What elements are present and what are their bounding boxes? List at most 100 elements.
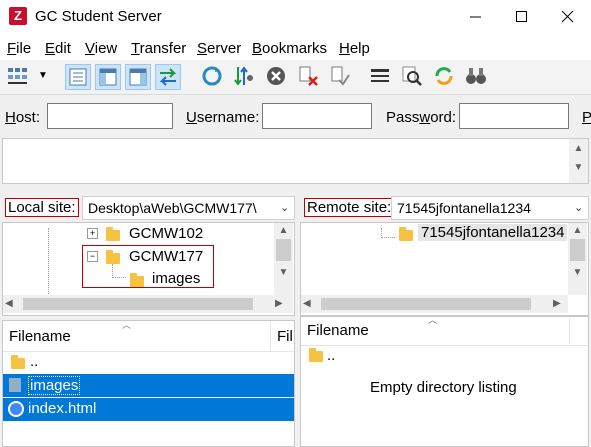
toggle-comparison-button[interactable] <box>400 64 424 88</box>
scroll-thumb[interactable] <box>570 239 585 261</box>
synchronized-browsing-button[interactable] <box>432 64 456 88</box>
scroll-thumb[interactable] <box>276 239 291 261</box>
close-icon <box>562 11 574 23</box>
sync-browsing-icon <box>435 67 453 85</box>
scroll-up-icon[interactable]: ▲ <box>568 225 587 236</box>
tree-guide-line <box>381 237 395 239</box>
menu-file[interactable]: File <box>7 40 31 57</box>
disconnect-button[interactable] <box>296 64 320 88</box>
local-path-combo[interactable]: Desktop\aWeb\GCMW177\ <box>82 196 295 220</box>
column-filesize[interactable]: Fil <box>277 328 293 345</box>
refresh-button[interactable] <box>200 64 224 88</box>
column-divider[interactable] <box>270 322 271 350</box>
scroll-right-icon[interactable]: ▶ <box>275 298 283 309</box>
tree-item-gcmw177[interactable]: GCMW177 <box>129 248 203 265</box>
toggle-message-log-button[interactable] <box>65 64 91 90</box>
scroll-thumb[interactable] <box>321 298 531 310</box>
tree-guide-line <box>112 264 114 278</box>
column-filename[interactable]: Filename <box>307 322 369 339</box>
reconnect-icon <box>331 66 350 86</box>
sort-ascending-icon: ︿ <box>122 320 132 330</box>
site-manager-dropdown-icon[interactable]: ▼ <box>38 70 48 81</box>
list-item-label: images <box>28 376 81 395</box>
reconnect-button[interactable] <box>328 64 352 88</box>
filter-list-icon <box>371 69 389 82</box>
maximize-icon <box>516 11 527 22</box>
menu-bookmarks[interactable]: Bookmarks <box>252 40 327 57</box>
list-item-parent[interactable]: .. <box>30 353 38 370</box>
tree-guide-line <box>112 277 126 279</box>
toggle-remote-tree-button[interactable] <box>125 64 151 90</box>
message-log-icon <box>69 68 87 86</box>
remote-tree-icon <box>129 68 147 86</box>
scroll-right-icon[interactable]: ▶ <box>553 298 561 309</box>
chrome-html-file-icon <box>8 401 24 417</box>
scroll-up-icon[interactable]: ▲ <box>274 225 293 236</box>
refresh-icon <box>202 66 222 86</box>
compare-icon <box>402 66 422 86</box>
menu-server[interactable]: Server <box>197 40 241 57</box>
toggle-local-tree-button[interactable] <box>95 64 121 90</box>
scroll-down-icon[interactable]: ▼ <box>568 267 587 278</box>
local-tree-hscroll[interactable]: ◀ ▶ <box>3 295 293 313</box>
remote-tree-hscroll[interactable]: ◀ ▶ <box>301 295 568 313</box>
remote-site-label: Remote site: <box>304 198 395 217</box>
folder-icon <box>9 378 21 392</box>
process-queue-button[interactable] <box>232 64 256 88</box>
site-manager-icon <box>8 68 27 84</box>
menu-edit[interactable]: Edit <box>45 40 71 57</box>
tree-item-gcmw102[interactable]: GCMW102 <box>129 225 203 242</box>
host-input[interactable] <box>47 103 173 129</box>
port-label: P <box>582 109 591 126</box>
scroll-thumb[interactable] <box>23 298 253 310</box>
list-item-label: index.html <box>28 400 97 417</box>
remote-path-text: 71545jfontanella1234 <box>397 200 531 216</box>
window-title: GC Student Server <box>35 8 162 25</box>
column-divider[interactable] <box>569 318 570 344</box>
username-input[interactable] <box>262 103 372 129</box>
maximize-button[interactable] <box>499 0 545 34</box>
tree-item-images[interactable]: images <box>152 270 200 287</box>
search-remote-files-button[interactable] <box>464 64 488 88</box>
local-site-label: Local site: <box>5 198 79 217</box>
password-label: Password: <box>386 109 457 126</box>
menu-help[interactable]: Help <box>339 40 370 57</box>
local-tree-vscroll[interactable]: ▲ ▼ <box>274 223 293 295</box>
message-log-scrollbar[interactable]: ▲ ▼ <box>569 139 588 183</box>
scroll-down-icon[interactable]: ▼ <box>274 267 293 278</box>
scroll-up-icon[interactable]: ▲ <box>569 143 588 154</box>
scroll-down-icon[interactable]: ▼ <box>569 162 588 173</box>
directory-listing-filters-button[interactable] <box>368 64 392 88</box>
tree-item-remote-root[interactable]: 71545jfontanella1234 <box>418 224 568 241</box>
expand-icon[interactable]: + <box>87 228 98 239</box>
chevron-down-icon[interactable]: ⌄ <box>574 201 583 214</box>
remote-path-combo[interactable]: 71545jfontanella1234 <box>391 196 589 220</box>
chevron-down-icon[interactable]: ⌄ <box>280 201 289 214</box>
toggle-transfer-queue-button[interactable] <box>155 64 181 90</box>
list-item-parent[interactable]: .. <box>327 347 335 364</box>
collapse-icon[interactable]: − <box>87 251 98 262</box>
message-log[interactable] <box>2 138 589 184</box>
local-tree-icon <box>99 68 117 86</box>
column-filename[interactable]: Filename <box>9 328 71 345</box>
filezilla-app-icon: Z <box>9 7 27 25</box>
minimize-button[interactable] <box>453 0 499 34</box>
minimize-icon <box>470 16 481 18</box>
empty-directory-message: Empty directory listing <box>370 379 517 396</box>
password-input[interactable] <box>459 103 569 129</box>
binoculars-icon <box>466 68 486 84</box>
cancel-operation-button[interactable] <box>264 64 288 88</box>
tree-guide-line <box>48 228 50 298</box>
menu-transfer[interactable]: Transfer <box>131 40 186 57</box>
host-label: Host: <box>5 109 41 126</box>
process-queue-icon <box>234 66 253 86</box>
scroll-left-icon[interactable]: ◀ <box>303 298 311 309</box>
remote-tree-vscroll[interactable]: ▲ ▼ <box>568 223 587 295</box>
cancel-icon <box>267 67 285 85</box>
menu-view[interactable]: View <box>85 40 117 57</box>
transfer-queue-icon <box>159 68 177 86</box>
close-button[interactable] <box>545 0 591 34</box>
sort-ascending-icon: ︿ <box>428 315 438 325</box>
scroll-left-icon[interactable]: ◀ <box>5 298 13 309</box>
site-manager-button[interactable] <box>6 64 30 88</box>
